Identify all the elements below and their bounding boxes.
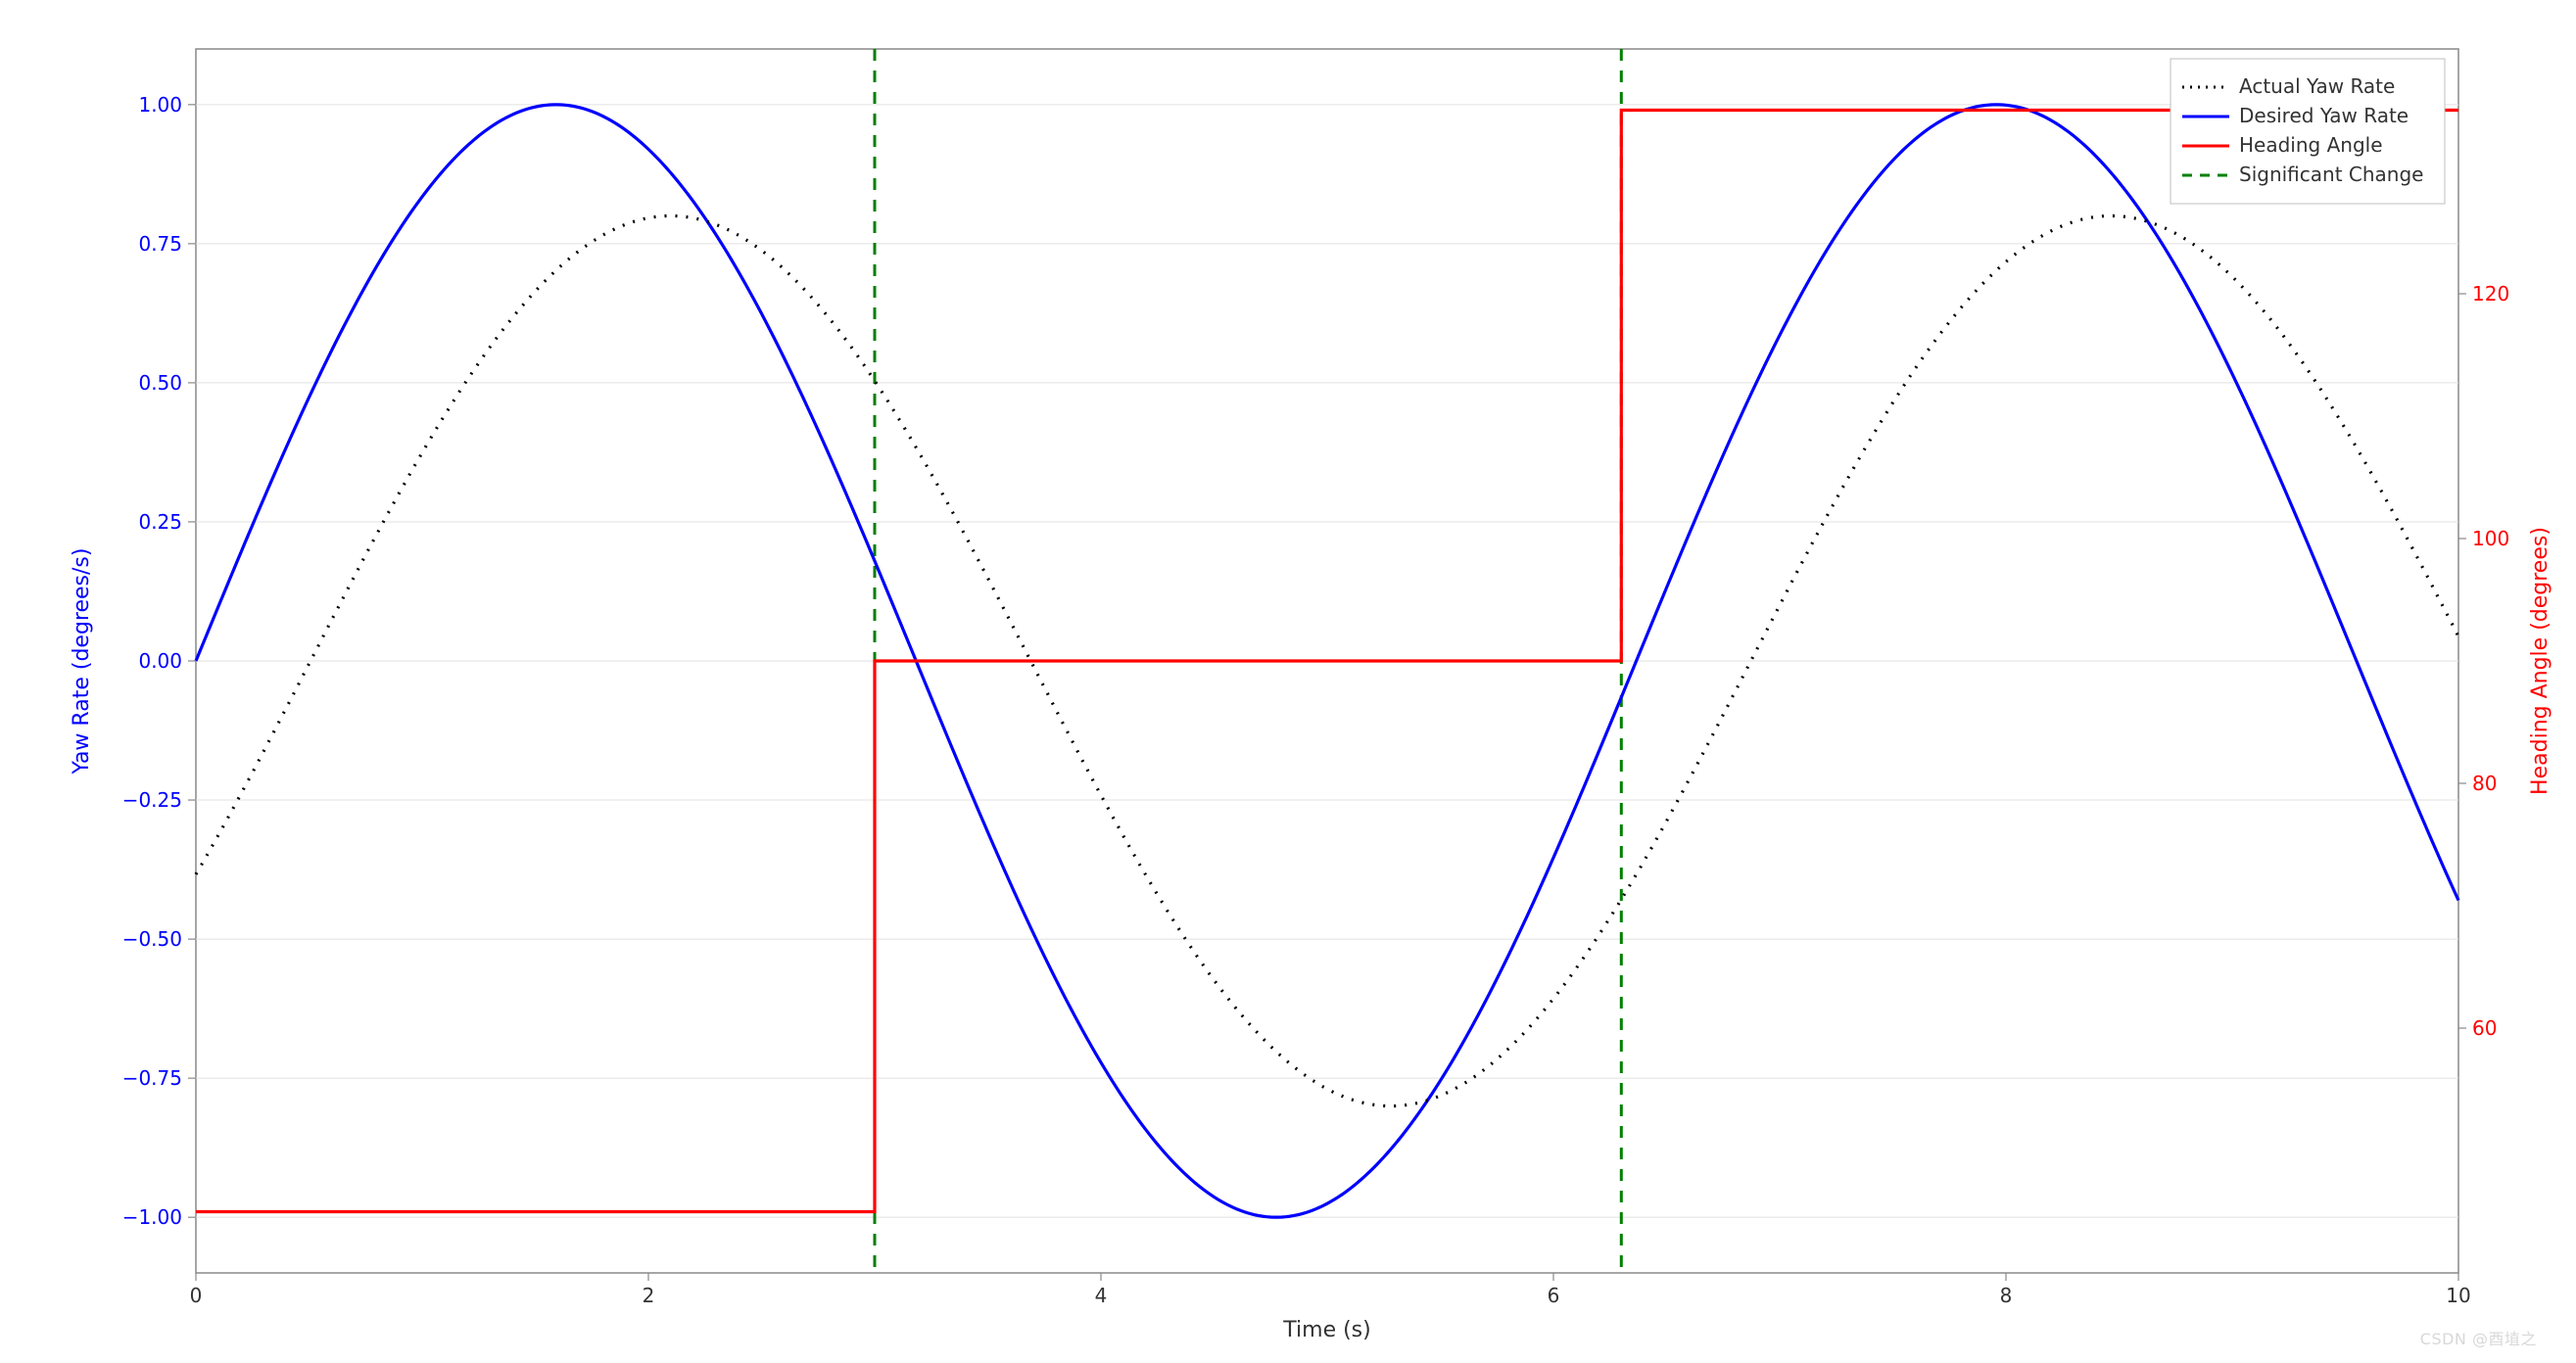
legend-label: Desired Yaw Rate — [2239, 104, 2409, 127]
x-axis-label: Time (s) — [1282, 1318, 1370, 1342]
x-tick-label: 6 — [1548, 1284, 1560, 1307]
x-tick-label: 0 — [190, 1284, 203, 1307]
chart-figure: −1.00 −0.75 −0.50 −0.25 0.00 0.25 0.50 0.75 1.00… — [0, 0, 2576, 1363]
y-left-tick-label: 0.00 — [138, 649, 182, 673]
legend-label: Actual Yaw Rate — [2239, 74, 2395, 98]
y-left-tick-label: −0.50 — [122, 927, 182, 951]
y-left-tick-label: 1.00 — [138, 93, 182, 117]
watermark: CSDN @酉埴之 — [2420, 1326, 2537, 1349]
y-left-tick-label: −0.75 — [122, 1066, 182, 1090]
legend-label: Significant Change — [2239, 163, 2423, 186]
chart-svg: −1.00 −0.75 −0.50 −0.25 0.00 0.25 0.50 0.75 1.00… — [0, 0, 2576, 1363]
x-tick-label: 2 — [643, 1284, 655, 1307]
y-right-tick-label: 80 — [2472, 772, 2497, 795]
x-tick-label: 8 — [2000, 1284, 2013, 1307]
y-left-axis-label: Yaw Rate (degrees/s) — [70, 548, 94, 776]
y-left-tick-label: 0.50 — [138, 371, 182, 395]
y-left-tick-label: 0.25 — [138, 510, 182, 534]
y-right-tick-label: 120 — [2472, 282, 2509, 306]
y-right-tick-label: 100 — [2472, 527, 2509, 550]
y-left-tick-label: −0.25 — [122, 788, 182, 812]
y-right-tick-label: 60 — [2472, 1016, 2497, 1040]
x-tick-label: 10 — [2446, 1284, 2470, 1307]
y-left-tick-label: −1.00 — [122, 1205, 182, 1229]
legend-label: Heading Angle — [2239, 133, 2383, 157]
y-left-tick-label: 0.75 — [138, 232, 182, 256]
x-tick-label: 4 — [1095, 1284, 1108, 1307]
y-right-axis-label: Heading Angle (degrees) — [2528, 527, 2552, 795]
